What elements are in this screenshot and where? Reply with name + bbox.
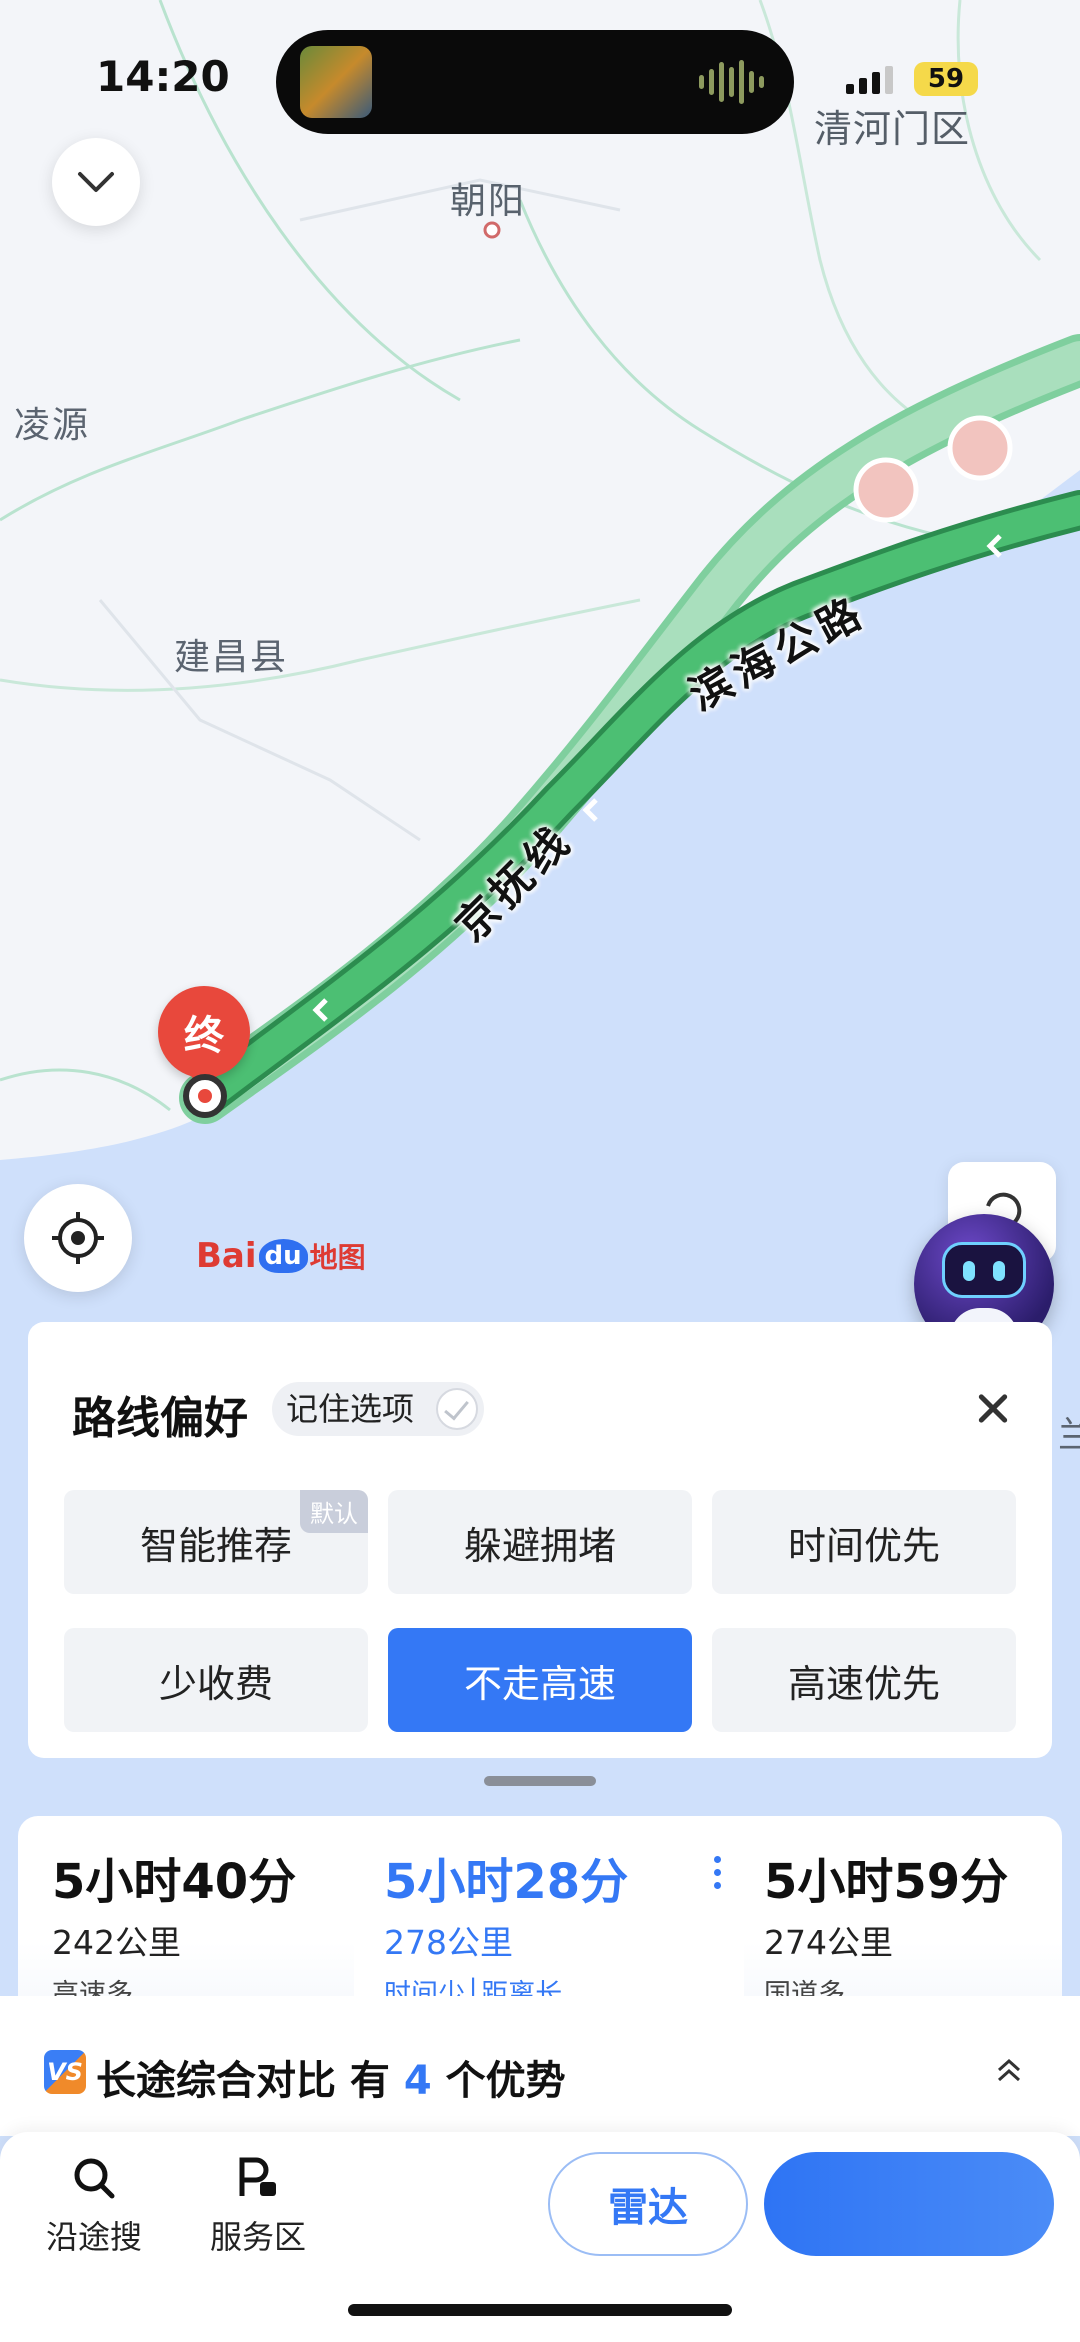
status-bar: 14:20 59 清河门区 (0, 0, 1080, 151)
logo-bai: Bai (196, 1236, 257, 1276)
option-avoid-congestion[interactable]: 躲避拥堵 (388, 1490, 692, 1594)
status-time: 14:20 (96, 52, 230, 101)
audio-wave-icon (699, 60, 764, 104)
drag-handle[interactable] (484, 1776, 596, 1786)
option-label: 少收费 (158, 1661, 273, 1706)
route-distance: 242公里 (52, 1923, 181, 1962)
place-label-edge: 兰 (1058, 1415, 1080, 1456)
place-label-jianchang: 建昌县 (174, 637, 289, 678)
route-options: 5小时40分 242公里 高速多 5小时28分 278公里 时间少│距离长 5小… (18, 1816, 1062, 2010)
route-duration: 5小时28分 (384, 1854, 629, 1910)
locate-icon (52, 1212, 104, 1264)
route-duration: 5小时40分 (52, 1854, 297, 1910)
preference-title: 路线偏好 (72, 1393, 248, 1444)
chevron-down-icon (78, 172, 114, 192)
collapse-button[interactable] (52, 138, 140, 226)
comparison-row[interactable]: VS 长途综合对比 有 4 个优势 (0, 1996, 1080, 2136)
option-label: 躲避拥堵 (463, 1523, 616, 1568)
route-distance: 274公里 (764, 1923, 893, 1962)
route-distance: 278公里 (384, 1923, 513, 1962)
route-option-1[interactable]: 5小时40分 242公里 高速多 (52, 1816, 368, 2010)
media-thumbnail (300, 46, 372, 118)
option-label: 不走高速 (463, 1661, 616, 1706)
option-no-highway[interactable]: 不走高速 (388, 1628, 692, 1732)
place-label-lingyuan: 凌源 (14, 405, 91, 446)
baidu-map-logo: Bai du 地图 (196, 1236, 366, 1276)
radar-button[interactable]: 雷达 (548, 2152, 748, 2256)
service-area-label: 服务区 (209, 2218, 306, 2256)
dynamic-island[interactable] (276, 30, 794, 134)
service-area-button[interactable]: 服务区 (198, 2154, 318, 2258)
option-highway-first[interactable]: 高速优先 (712, 1628, 1016, 1732)
robot-icon (942, 1242, 1026, 1298)
route-duration: 5小时59分 (764, 1854, 1009, 1910)
option-smart-recommend[interactable]: 智能推荐 默认 (64, 1490, 368, 1594)
vs-icon: VS (44, 2050, 86, 2094)
route-option-2[interactable]: 5小时28分 278公里 时间少│距离长 (354, 1816, 744, 2010)
comparison-suffix: 个优势 (431, 2058, 566, 2104)
place-label-chaoyang: 朝阳 (450, 181, 527, 222)
remember-option-toggle[interactable]: 记住选项 (272, 1382, 485, 1436)
remember-option-label: 记住选项 (286, 1390, 415, 1428)
route-option-3[interactable]: 5小时59分 274公里 国道多 (764, 1816, 1054, 2010)
destination-point (183, 1074, 227, 1118)
default-badge: 默认 (300, 1490, 368, 1533)
comparison-prefix: 长途综合对比 有 (96, 2058, 404, 2104)
parking-cup-icon (239, 2157, 276, 2196)
comparison-text: 长途综合对比 有 4 个优势 (96, 2048, 566, 2106)
close-icon[interactable] (964, 1378, 1024, 1438)
locate-button[interactable] (24, 1184, 132, 1292)
more-icon[interactable] (714, 1856, 724, 1889)
option-time-first[interactable]: 时间优先 (712, 1490, 1016, 1594)
battery-indicator: 59 (914, 62, 978, 96)
home-indicator[interactable] (348, 2304, 732, 2316)
check-icon (436, 1388, 479, 1430)
district-label: 清河门区 (814, 107, 971, 151)
route-preference-panel: 路线偏好 记住选项 智能推荐 默认 躲避拥堵 时间优先 少收费 不走高速 高速优… (28, 1322, 1052, 1758)
option-less-toll[interactable]: 少收费 (64, 1628, 368, 1732)
option-label: 高速优先 (787, 1661, 940, 1706)
option-label: 时间优先 (787, 1523, 940, 1568)
double-chevron-up-icon[interactable] (994, 2056, 1024, 2086)
logo-cn: 地图 (309, 1241, 366, 1274)
search-along-label: 沿途搜 (45, 2218, 142, 2256)
signal-icon (846, 66, 893, 94)
search-icon (74, 2158, 115, 2199)
destination-marker[interactable]: 终 (158, 986, 250, 1096)
search-along-button[interactable]: 沿途搜 (34, 2154, 154, 2258)
option-label: 智能推荐 (139, 1523, 292, 1568)
start-navigation-button[interactable] (764, 2152, 1054, 2256)
logo-paw: du (258, 1239, 308, 1273)
advantage-count: 4 (403, 2058, 432, 2104)
